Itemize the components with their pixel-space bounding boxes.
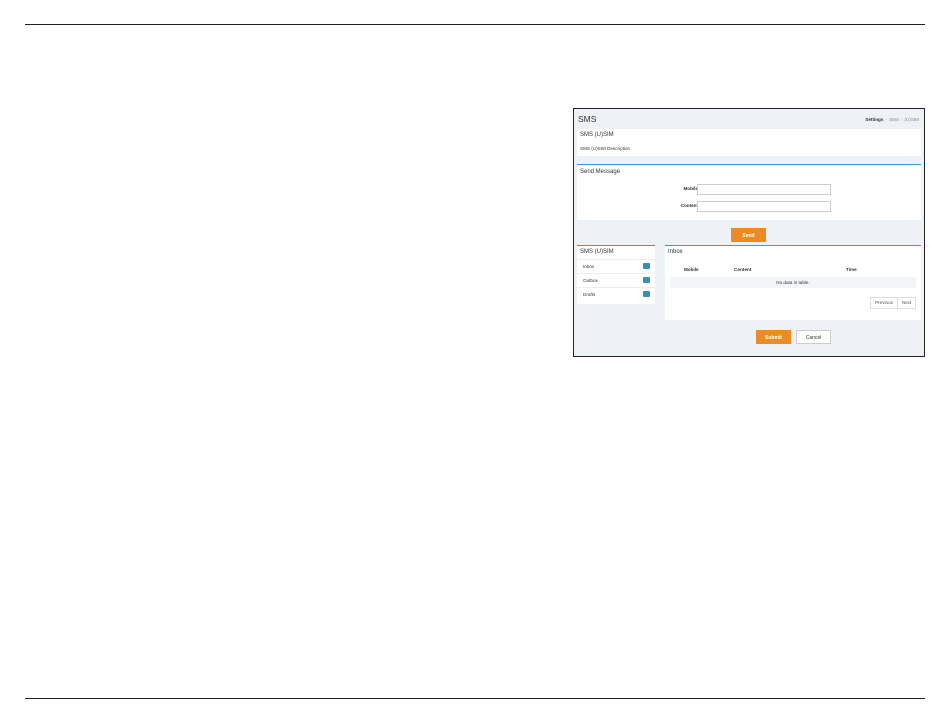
column-header-time[interactable]: Time (846, 267, 857, 272)
menu-item-label: Outbox (583, 278, 598, 283)
breadcrumb-usim: (U)SIM (904, 117, 919, 122)
sim-menu-panel: SMS (U)SIM Inbox Outbox Drafts (577, 245, 655, 304)
menu-item-inbox[interactable]: Inbox (577, 259, 655, 272)
breadcrumb: Settings › SMS › (U)SIM (865, 117, 919, 122)
menu-item-drafts[interactable]: Drafts (577, 287, 655, 300)
breadcrumb-settings[interactable]: Settings (865, 117, 883, 122)
count-badge-icon (643, 277, 650, 283)
send-panel-title: Send Message (580, 169, 621, 175)
top-rule (25, 24, 925, 25)
sim-description: SMS (U)SIM Description (580, 146, 631, 151)
menu-panel-title: SMS (U)SIM (580, 249, 614, 255)
empty-table-message: No data in table. (670, 277, 916, 288)
content-label: Content (680, 203, 698, 208)
breadcrumb-separator: › (885, 117, 887, 122)
page-title: SMS (578, 114, 597, 124)
breadcrumb-separator: › (900, 117, 903, 122)
count-badge-icon (643, 263, 650, 269)
content-input[interactable] (697, 201, 831, 212)
bottom-rule (25, 698, 925, 699)
sim-panel-title: SMS (U)SIM (580, 132, 614, 138)
mobile-input[interactable] (697, 184, 831, 195)
previous-page-button[interactable]: Previous (870, 297, 898, 309)
column-header-content[interactable]: Content (734, 267, 751, 272)
mobile-label: Mobile (683, 186, 698, 191)
sim-description-panel: SMS (U)SIM SMS (U)SIM Description (577, 129, 921, 156)
sms-screenshot: SMS Settings › SMS › (U)SIM SMS (U)SIM SMS (… (573, 108, 925, 357)
cancel-button[interactable]: Cancel (796, 330, 831, 344)
next-page-button[interactable]: Next (897, 297, 916, 309)
breadcrumb-sms[interactable]: SMS (889, 117, 899, 122)
menu-item-label: Drafts (583, 292, 596, 297)
send-message-panel: Send Message Mobile Content (577, 164, 921, 220)
column-header-mobile[interactable]: Mobile (684, 267, 699, 272)
inbox-panel: Inbox Mobile Content Time No data in tab… (665, 245, 921, 320)
count-badge-icon (643, 291, 650, 297)
inbox-panel-title: Inbox (668, 249, 683, 255)
menu-item-outbox[interactable]: Outbox (577, 273, 655, 286)
menu-item-label: Inbox (583, 264, 595, 269)
send-button[interactable]: Send (731, 228, 766, 242)
submit-button[interactable]: Submit (756, 330, 791, 344)
